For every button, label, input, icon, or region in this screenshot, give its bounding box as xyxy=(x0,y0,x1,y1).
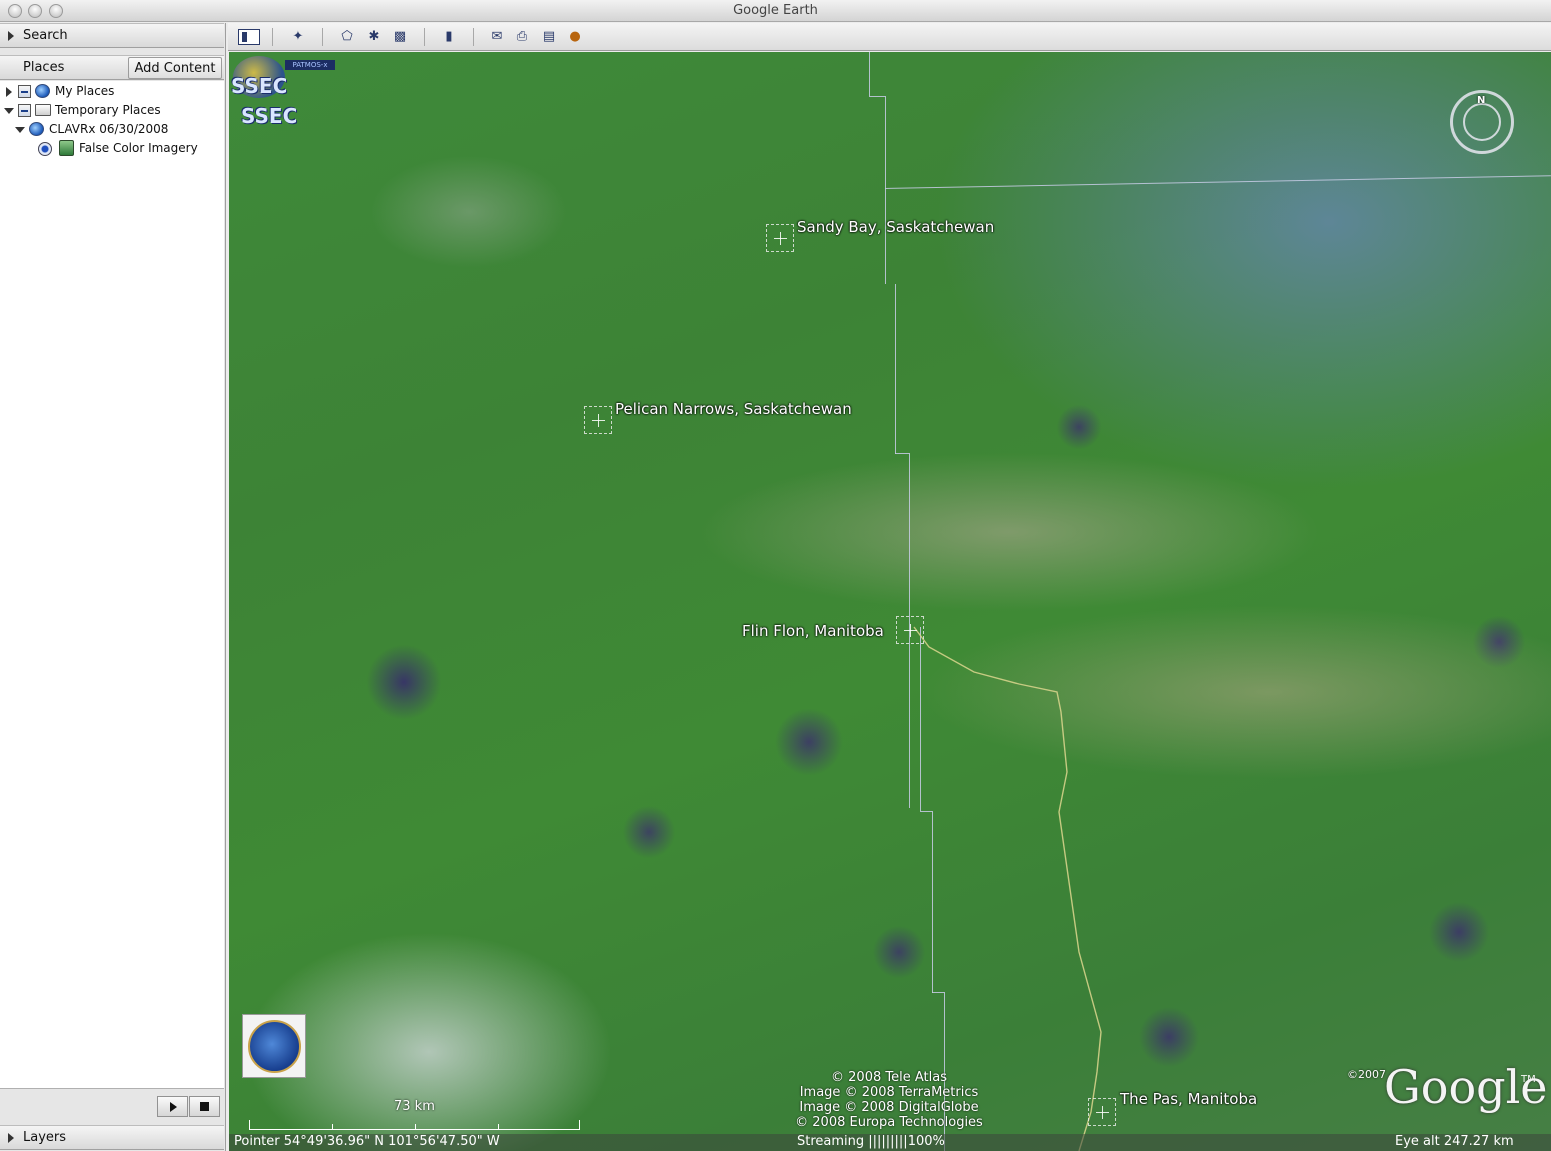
scale-tick xyxy=(498,1124,499,1130)
tree-item-false-color-imagery[interactable]: False Color Imagery xyxy=(0,139,224,158)
earth-view[interactable]: Sandy Bay, Saskatchewan Pelican Narrows,… xyxy=(229,52,1551,1151)
ruler-icon[interactable]: ▮ xyxy=(440,28,458,46)
credit-line: © 2008 Europa Technologies xyxy=(795,1115,983,1130)
credit-line: Image © 2008 DigitalGlobe xyxy=(799,1100,979,1115)
placemark-label[interactable]: Pelican Narrows, Saskatchewan xyxy=(615,400,852,418)
noaa-logo xyxy=(242,1014,306,1078)
collapse-icon[interactable] xyxy=(4,108,14,114)
tree-item-label: False Color Imagery xyxy=(79,141,198,155)
tree-item-label: Temporary Places xyxy=(55,103,161,117)
placemark-label[interactable]: The Pas, Manitoba xyxy=(1120,1090,1257,1108)
status-bar: Pointer 54°49'36.96" N 101°56'47.50" W S… xyxy=(229,1134,1551,1151)
scale-tick xyxy=(415,1124,416,1130)
image-overlay-icon xyxy=(59,140,74,156)
google-trademark: TM xyxy=(1521,1074,1536,1085)
navigation-compass[interactable]: N xyxy=(1450,90,1514,154)
disclosure-right-icon[interactable] xyxy=(8,31,14,41)
scale-legend-bar xyxy=(249,1120,580,1130)
placemark-icon[interactable] xyxy=(766,224,794,252)
toolbar-separator xyxy=(322,28,323,46)
placemark-icon[interactable] xyxy=(584,406,612,434)
print-icon[interactable]: ⎙ xyxy=(513,28,531,46)
tree-item-label: My Places xyxy=(55,84,115,98)
placemark-icon[interactable] xyxy=(896,616,924,644)
placemark-icon[interactable] xyxy=(1088,1098,1116,1126)
pointer-coordinates: Pointer 54°49'36.96" N 101°56'47.50" W xyxy=(234,1134,500,1149)
expand-icon[interactable] xyxy=(6,87,12,97)
toolbar-separator xyxy=(272,28,273,46)
search-panel-header[interactable]: Search xyxy=(0,23,224,48)
sidebar: Search Places Add Content My Places Temp… xyxy=(0,23,226,1151)
layers-panel-header[interactable]: Layers xyxy=(0,1125,224,1150)
email-icon[interactable]: ✉ xyxy=(488,28,506,46)
google-logo: Google xyxy=(1384,1060,1548,1114)
imagery-credits: © 2008 Tele Atlas Image © 2008 TerraMetr… xyxy=(789,1070,989,1130)
play-tour-button[interactable] xyxy=(157,1096,188,1117)
polygon-icon[interactable]: ⬠ xyxy=(338,28,356,46)
title-bar[interactable]: Google Earth xyxy=(0,0,1551,22)
patmos-logo: PATMOS-x xyxy=(285,60,335,70)
placemark-label[interactable]: Flin Flon, Manitoba xyxy=(742,622,884,640)
sidebar-toggle-icon[interactable] xyxy=(238,29,260,45)
placemark-icon[interactable]: ✦ xyxy=(289,28,307,46)
collapse-icon[interactable] xyxy=(15,127,25,133)
folder-icon xyxy=(35,104,51,116)
radio-selected-icon[interactable] xyxy=(38,142,52,156)
placemark-label[interactable]: Sandy Bay, Saskatchewan xyxy=(797,218,994,236)
scale-tick xyxy=(332,1124,333,1130)
checkbox-icon[interactable] xyxy=(18,104,31,117)
tree-item-label: CLAVRx 06/30/2008 xyxy=(49,122,169,136)
river-path xyxy=(913,626,1102,1151)
stop-tour-button[interactable] xyxy=(189,1096,220,1117)
tour-controls xyxy=(0,1089,224,1122)
credit-line: © 2008 Tele Atlas xyxy=(831,1070,947,1085)
scale-legend-label: 73 km xyxy=(394,1099,435,1114)
ssec-logo-text-bottom: SSEC xyxy=(241,104,298,128)
ssec-logo-text-top: SSEC xyxy=(231,74,288,98)
add-content-button[interactable]: Add Content xyxy=(128,57,222,79)
window-title: Google Earth xyxy=(733,3,818,18)
compass-ring-icon[interactable] xyxy=(1463,103,1501,141)
image-overlay-icon[interactable]: ▩ xyxy=(391,28,409,46)
streaming-status: Streaming |||||||||100% xyxy=(797,1134,945,1149)
places-panel-label: Places xyxy=(23,60,65,75)
toolbar-separator xyxy=(473,28,474,46)
layers-panel-label: Layers xyxy=(23,1130,67,1145)
toolbar: ✦ ⬠ ✱ ▩ ▮ ✉ ⎙ ▤ ● xyxy=(228,23,1551,51)
google-copyright-year: ©2007 xyxy=(1347,1068,1386,1081)
noaa-seal-icon xyxy=(248,1020,301,1073)
google-earth-window: Google Earth Search Places Add Content M… xyxy=(0,0,1551,1151)
eye-altitude: Eye alt 247.27 km xyxy=(1395,1134,1514,1149)
play-icon xyxy=(170,1102,177,1112)
places-globe-icon xyxy=(35,84,50,98)
credit-line: Image © 2008 TerraMetrics xyxy=(799,1085,979,1100)
search-panel-label: Search xyxy=(23,28,68,43)
sky-icon[interactable]: ● xyxy=(566,28,584,46)
tree-item-clavrx[interactable]: CLAVRx 06/30/2008 xyxy=(0,120,224,139)
google-maps-icon[interactable]: ▤ xyxy=(540,28,558,46)
network-link-globe-icon xyxy=(29,122,44,136)
stop-icon xyxy=(200,1102,209,1111)
disclosure-right-icon[interactable] xyxy=(8,1133,14,1143)
ssec-logo: SSEC SSEC PATMOS-x xyxy=(229,52,339,132)
places-tree: My Places Temporary Places CLAVRx 06/30/… xyxy=(0,81,224,1089)
toolbar-separator xyxy=(424,28,425,46)
checkbox-icon[interactable] xyxy=(18,85,31,98)
tree-item-temporary-places[interactable]: Temporary Places xyxy=(0,101,224,120)
path-icon[interactable]: ✱ xyxy=(365,28,383,46)
tree-item-my-places[interactable]: My Places xyxy=(0,82,224,101)
compass-north-label: N xyxy=(1477,95,1486,106)
places-panel-header: Places Add Content xyxy=(0,55,224,80)
